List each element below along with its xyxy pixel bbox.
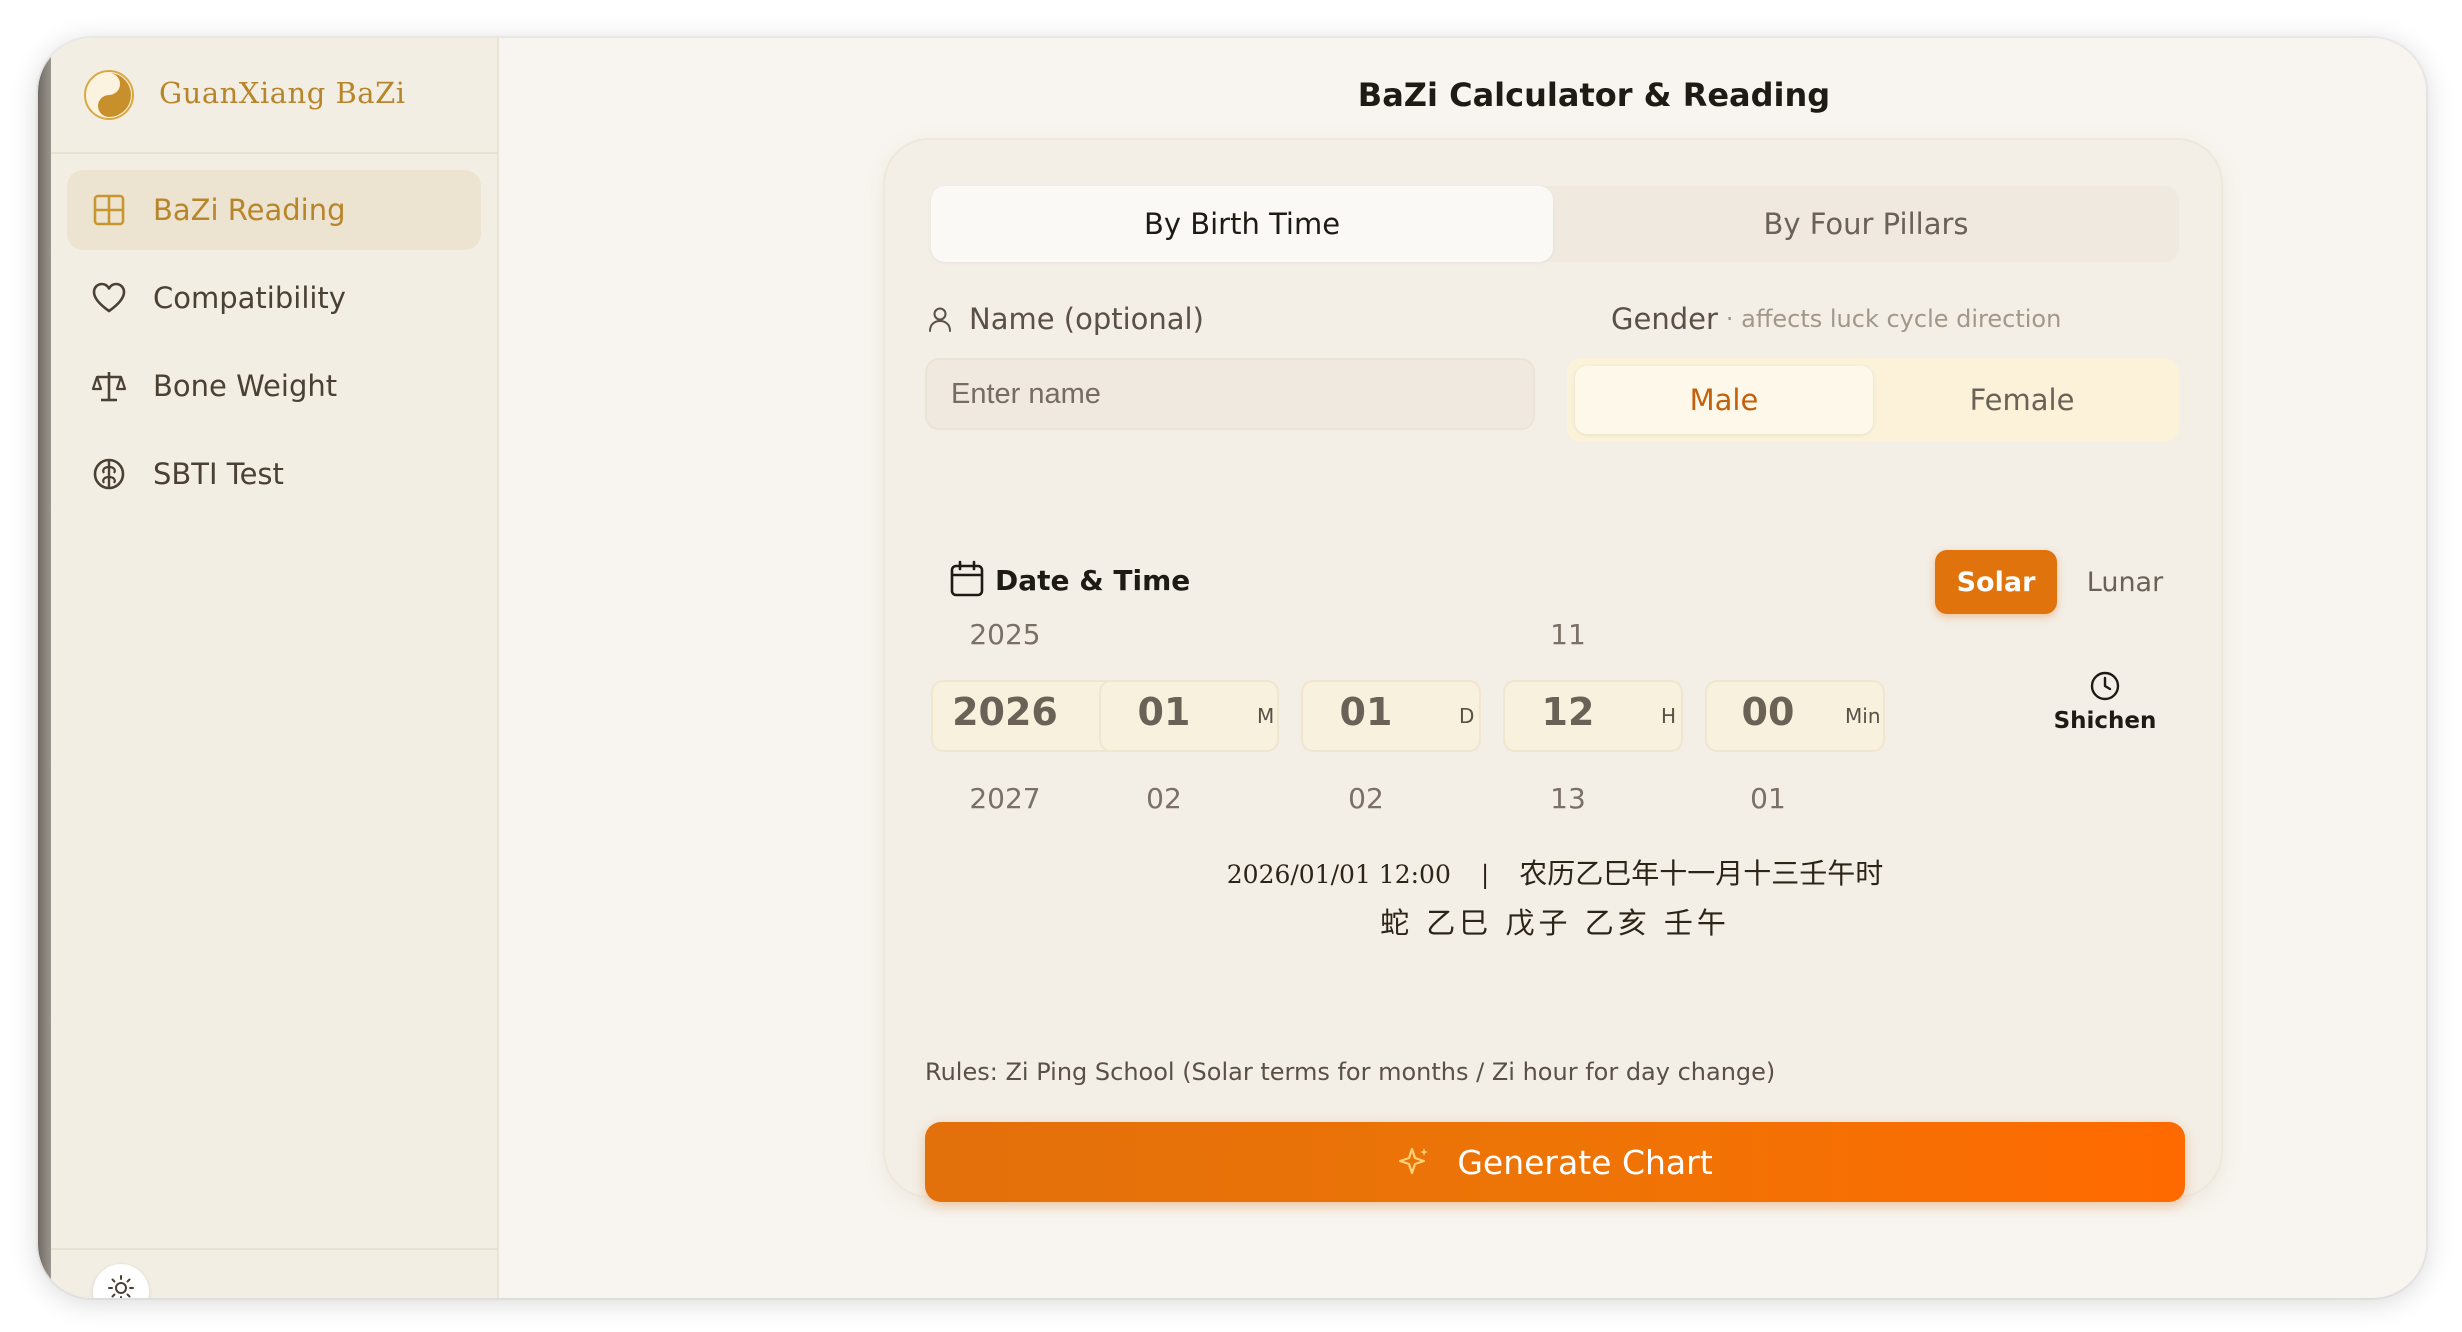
year-prev[interactable]: 2025 [931, 618, 1079, 651]
tab-by-birth-time[interactable]: By Birth Time [931, 186, 1553, 262]
date-time-label: Date & Time [995, 564, 1191, 597]
gender-hint: · affects luck cycle direction [1725, 305, 2062, 333]
heart-icon [92, 282, 126, 313]
gender-toggle: Male Female [1567, 358, 2179, 442]
month-next[interactable]: 02 [1099, 782, 1229, 815]
sidebar: GuanXiang BaZi BaZi Reading Compatibilit… [51, 38, 499, 1298]
year-value: 2026 [952, 690, 1058, 734]
sidebar-item-compatibility[interactable]: Compatibility [67, 258, 481, 338]
name-label-text: Name (optional) [969, 302, 1204, 336]
solar-datetime-text: 2026/01/01 12:00 [1226, 860, 1451, 889]
hour-value: 12 [1541, 690, 1595, 734]
scale-icon [91, 372, 127, 402]
year-next[interactable]: 2027 [931, 782, 1079, 815]
minute-value: 00 [1741, 690, 1795, 734]
sidebar-item-label: BaZi Reading [153, 193, 346, 227]
month-unit: M [1257, 704, 1275, 728]
hour-selected[interactable]: 12 H [1503, 680, 1683, 752]
four-pillars-summary: 蛇 乙巳 戊子 乙亥 壬午 [1380, 906, 1730, 940]
sidebar-item-label: Compatibility [153, 281, 346, 315]
sun-icon [108, 1275, 134, 1298]
sidebar-item-bazi-reading[interactable]: BaZi Reading [67, 170, 481, 250]
yin-yang-logo-icon [84, 70, 134, 120]
lunar-datetime-text: 农历乙巳年十一月十三壬午时 [1519, 857, 1884, 890]
solar-mode-button[interactable]: Solar [1935, 550, 2057, 614]
hour-unit: H [1661, 704, 1677, 728]
grid-icon [93, 194, 125, 226]
gender-field-label: Gender · affects luck cycle direction [1611, 302, 2061, 336]
generate-chart-label: Generate Chart [1457, 1142, 1713, 1182]
app-window: GuanXiang BaZi BaZi Reading Compatibilit… [38, 38, 2426, 1298]
sidebar-item-label: SBTI Test [153, 457, 284, 491]
gender-male-option[interactable]: Male [1575, 366, 1873, 434]
name-input[interactable] [925, 358, 1535, 430]
minute-unit: Min [1845, 704, 1881, 728]
sparkles-icon [1399, 1147, 1429, 1175]
sidebar-item-bone-weight[interactable]: Bone Weight [67, 346, 481, 426]
minute-selected[interactable]: 00 Min [1705, 680, 1885, 752]
day-next[interactable]: 02 [1301, 782, 1431, 815]
rules-note: Rules: Zi Ping School (Solar terms for m… [925, 1058, 1776, 1086]
brand-header: GuanXiang BaZi [51, 38, 497, 154]
tab-by-four-pillars[interactable]: By Four Pillars [1553, 186, 2179, 262]
day-unit: D [1459, 704, 1475, 728]
sidebar-footer [51, 1248, 497, 1298]
user-icon [929, 307, 951, 332]
minute-picker[interactable]: 00 Min 01 [1705, 618, 1885, 854]
gender-label-text: Gender [1611, 302, 1718, 336]
shichen-button[interactable]: Shichen [2045, 670, 2165, 734]
theme-toggle-button[interactable] [93, 1264, 149, 1298]
summary-separator: | [1480, 860, 1490, 889]
input-mode-tabs: By Birth Time By Four Pillars [931, 186, 2179, 262]
sidebar-item-sbti-test[interactable]: SBTI Test [67, 434, 481, 514]
calendar-icon [950, 560, 984, 597]
day-selected[interactable]: 01 D [1301, 680, 1481, 752]
date-summary: 2026/01/01 12:00 | 农历乙巳年十一月十三壬午时 [885, 852, 2225, 892]
app-title: GuanXiang BaZi [159, 76, 406, 110]
hour-prev[interactable]: 11 [1503, 618, 1633, 651]
sidebar-item-label: Bone Weight [153, 369, 338, 403]
name-field-label: Name (optional) [925, 302, 1204, 336]
month-picker[interactable]: 01 M 02 [1099, 618, 1279, 854]
lunar-mode-button[interactable]: Lunar [2065, 550, 2185, 614]
hour-picker[interactable]: 11 12 H 13 [1503, 618, 1683, 854]
page-title: BaZi Calculator & Reading [1357, 76, 1831, 114]
brain-icon [93, 458, 125, 490]
day-picker[interactable]: 01 D 02 [1301, 618, 1481, 854]
hour-next[interactable]: 13 [1503, 782, 1633, 815]
day-value: 01 [1339, 690, 1393, 734]
generate-chart-button[interactable]: Generate Chart [925, 1122, 2185, 1202]
minute-next[interactable]: 01 [1705, 782, 1831, 815]
month-value: 01 [1137, 690, 1191, 734]
clock-icon [2090, 671, 2120, 701]
shichen-label: Shichen [2053, 708, 2157, 734]
month-selected[interactable]: 01 M [1099, 680, 1279, 752]
gender-female-option[interactable]: Female [1873, 366, 2171, 434]
calculator-card: By Birth Time By Four Pillars Name (opti… [883, 138, 2225, 1202]
